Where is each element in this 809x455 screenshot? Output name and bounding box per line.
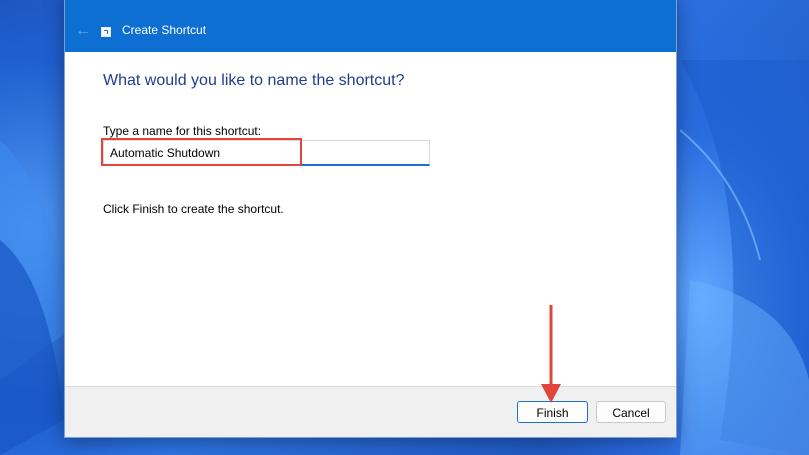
create-shortcut-dialog: ← Create Shortcut ✕ What would you like … xyxy=(64,0,677,438)
shortcut-icon xyxy=(101,27,111,37)
name-field-label: Type a name for this shortcut: xyxy=(103,124,262,138)
shortcut-name-input[interactable] xyxy=(103,140,430,166)
title-bar: ← Create Shortcut ✕ xyxy=(65,0,676,52)
cancel-button[interactable]: Cancel xyxy=(596,401,666,423)
window-title: Create Shortcut xyxy=(122,23,207,37)
dialog-footer: Finish Cancel xyxy=(65,386,676,437)
arrow-left-icon[interactable]: ← xyxy=(71,19,95,43)
finish-button[interactable]: Finish xyxy=(517,401,588,423)
close-icon[interactable]: ✕ xyxy=(654,0,668,5)
page-heading: What would you like to name the shortcut… xyxy=(103,72,405,89)
finish-instruction: Click Finish to create the shortcut. xyxy=(103,202,284,216)
